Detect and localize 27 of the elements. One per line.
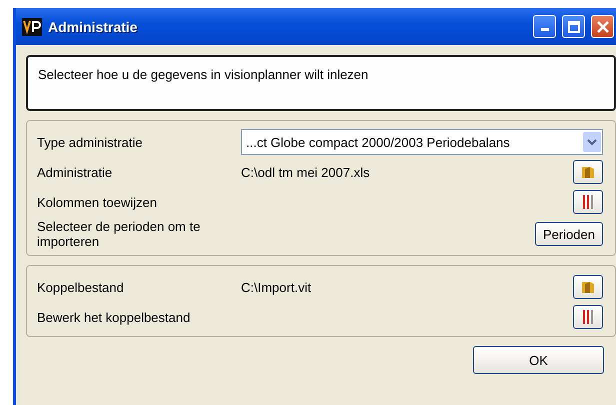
folder-icon — [580, 164, 596, 180]
edit-button[interactable] — [573, 305, 603, 329]
close-button[interactable] — [591, 15, 614, 38]
close-icon — [596, 20, 608, 32]
app-logo-icon — [22, 18, 42, 36]
field-label: Kolommen toewijzen — [37, 194, 158, 210]
window-title: Administratie — [48, 18, 138, 34]
field-label: Selecteer de perioden om te importeren — [37, 219, 202, 249]
open-file-button[interactable] — [573, 275, 603, 299]
folder-icon — [580, 279, 596, 295]
type-dropdown[interactable]: ...ct Globe compact 2000/2003 Periodebalans — [241, 129, 603, 155]
columns-icon — [581, 309, 595, 325]
periods-button[interactable]: Perioden — [534, 222, 603, 246]
file-path: C:\Import.vit — [241, 280, 312, 294]
ok-button[interactable]: OK — [473, 346, 604, 374]
instruction-text: Selecteer hoe u de gegevens in visionplanner wilt inlezen — [26, 55, 616, 111]
maximize-button[interactable] — [562, 15, 585, 38]
columns-icon — [581, 194, 595, 210]
file-path: C:\odl tm mei 2007.xls — [241, 164, 371, 180]
field-label: Administratie — [37, 164, 114, 180]
field-label: Bewerk het koppelbestand — [37, 310, 192, 324]
open-file-button[interactable] — [573, 160, 603, 184]
field-label: Type administratie — [37, 134, 144, 150]
minimize-button[interactable] — [533, 15, 556, 38]
maximize-icon — [568, 20, 580, 32]
edit-button[interactable] — [573, 190, 603, 214]
field-label: Koppelbestand — [37, 280, 125, 294]
